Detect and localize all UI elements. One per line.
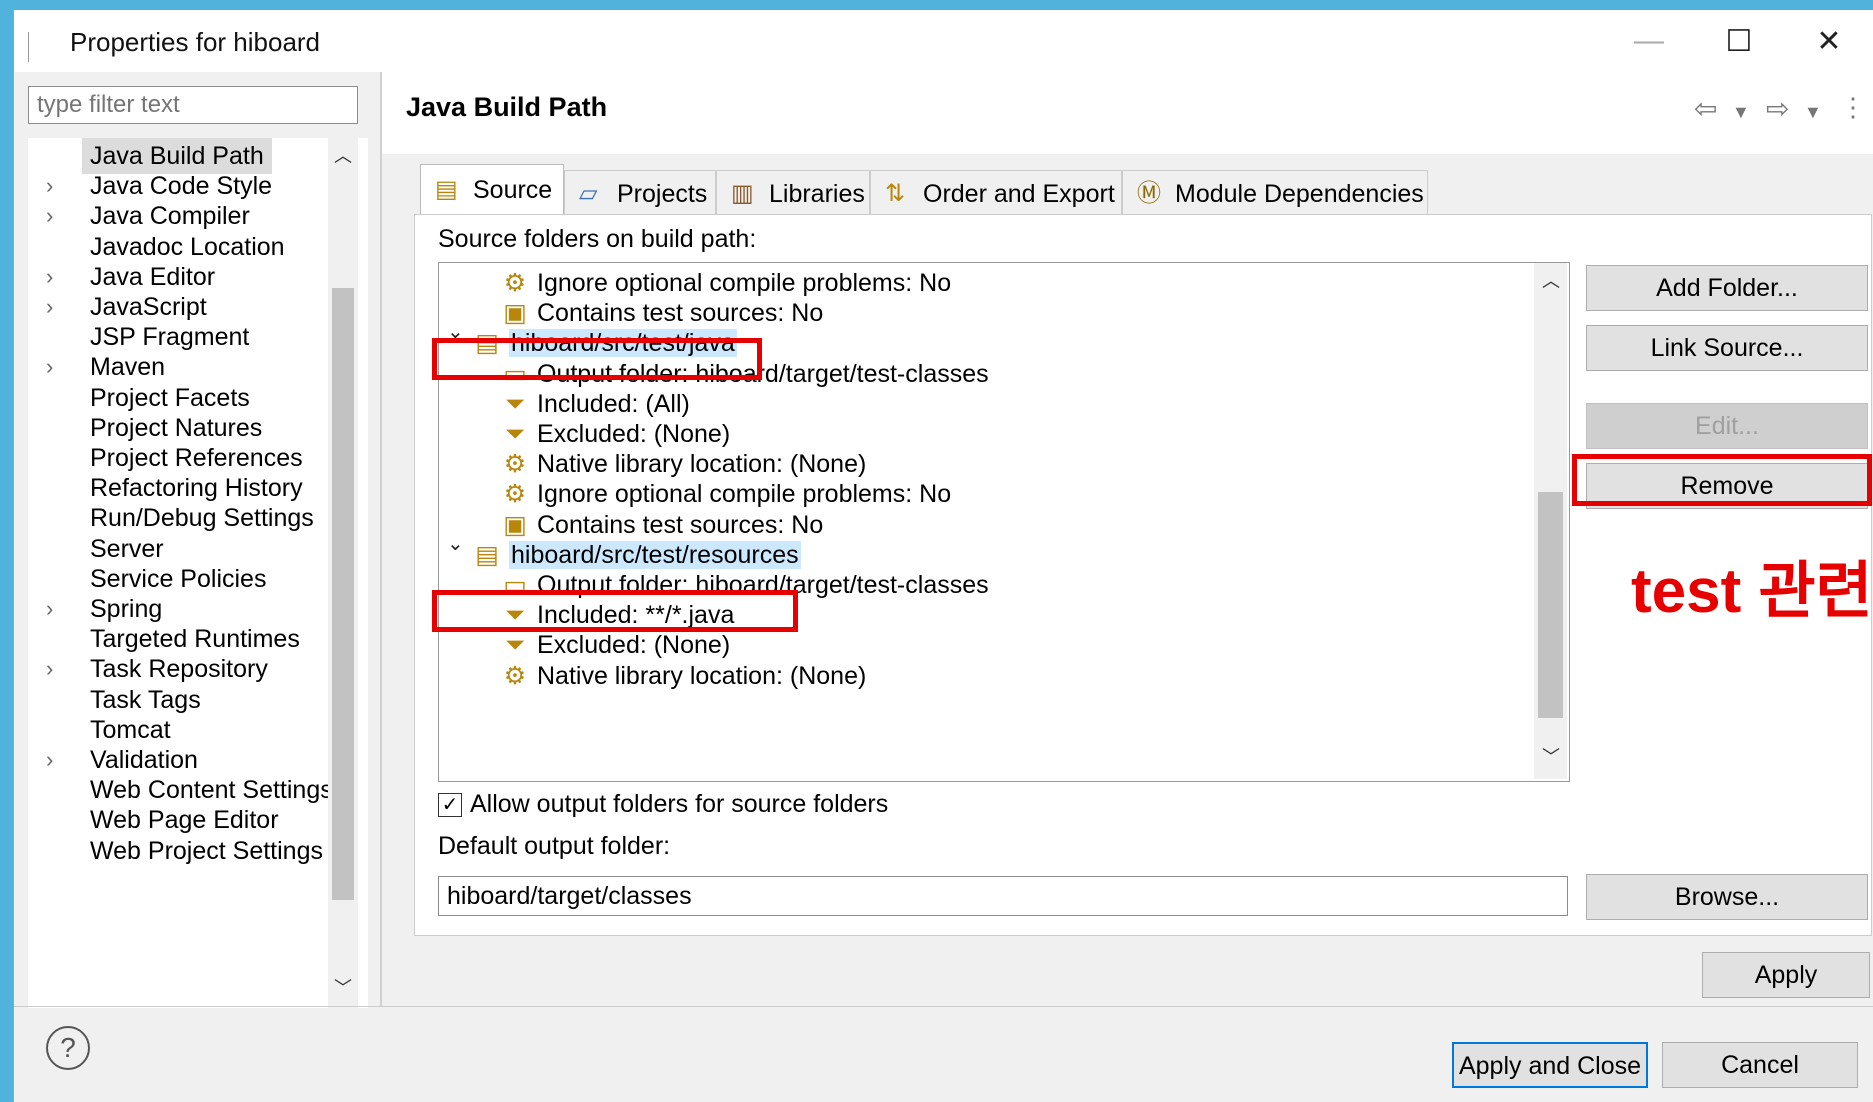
expand-arrow-icon[interactable]: ›: [46, 198, 53, 234]
tab-source-label: Source: [473, 176, 553, 204]
filter-input[interactable]: [28, 86, 358, 124]
cancel-button[interactable]: Cancel: [1662, 1042, 1858, 1088]
libraries-tab-icon: ▥: [731, 180, 754, 207]
add-folder-button[interactable]: Add Folder...: [1586, 265, 1868, 311]
title-separator: [28, 32, 29, 62]
row-label: Native library location: (None): [537, 661, 867, 690]
row-label: Ignore optional compile problems: No: [537, 269, 952, 297]
row-label: Ignore optional compile problems: No: [537, 480, 952, 509]
row-label: Excluded: (None): [537, 420, 731, 448]
collapse-chevron-icon[interactable]: ⌄: [447, 531, 464, 556]
row-label: hiboard/src/test/resources: [509, 540, 801, 569]
apply-button[interactable]: Apply: [1702, 952, 1870, 998]
allow-output-checkbox[interactable]: ✓: [438, 793, 462, 818]
tab-projects-label: Projects: [617, 180, 708, 208]
allow-output-label: Allow output folders for source folders: [470, 790, 889, 818]
tab-projects[interactable]: ▱ Projects: [564, 170, 716, 216]
source-tab-icon: ▤: [435, 176, 458, 203]
folder-highlight-box: [432, 338, 762, 380]
expand-arrow-icon[interactable]: ›: [46, 742, 53, 778]
forward-dropdown-icon[interactable]: ▼: [1804, 102, 1822, 123]
allow-output-option[interactable]: ✓ Allow output folders for source folders: [438, 790, 888, 819]
back-dropdown-icon[interactable]: ▼: [1732, 102, 1750, 123]
folder-highlight-box: [432, 590, 798, 632]
expand-arrow-icon[interactable]: ›: [46, 591, 53, 627]
tab-source[interactable]: ▤ Source: [420, 164, 564, 216]
scroll-up-icon[interactable]: ︿: [328, 142, 358, 168]
order-export-tab-icon: ⇅: [885, 180, 906, 207]
tab-module-label: Module Dependencies: [1175, 180, 1424, 208]
row-label: Excluded: (None): [537, 631, 731, 660]
scroll-down-icon[interactable]: ﹀: [328, 974, 358, 1000]
tab-libraries-label: Libraries: [769, 180, 865, 208]
tab-module-dependencies[interactable]: Ⓜ Module Dependencies: [1122, 170, 1428, 216]
close-button[interactable]: ✕: [1784, 10, 1873, 72]
back-arrow-icon[interactable]: ⇦: [1694, 92, 1717, 125]
scroll-up-icon[interactable]: ︿: [1536, 267, 1566, 293]
module-tab-icon: Ⓜ: [1137, 180, 1161, 207]
minimize-button[interactable]: —: [1604, 10, 1694, 72]
row-label: Included: (All): [537, 389, 690, 418]
window-title: Properties for hiboard: [70, 27, 321, 57]
remove-highlight-box: [1572, 454, 1872, 506]
expand-arrow-icon[interactable]: ›: [46, 289, 53, 325]
help-icon[interactable]: ?: [46, 1026, 90, 1070]
tab-order-export[interactable]: ⇅ Order and Export: [870, 170, 1122, 216]
footer-separator: [14, 1006, 1873, 1007]
folder-attribute-row[interactable]: ⚙ Native library location: (None): [499, 658, 867, 694]
row-label: Contains test sources: No: [537, 510, 824, 539]
row-label: Contains test sources: No: [537, 299, 824, 328]
default-output-label: Default output folder:: [438, 832, 671, 860]
title-bar: Properties for hiboard — ☐ ✕: [14, 10, 1873, 72]
source-folders-label: Source folders on build path:: [438, 225, 757, 253]
page-title: Java Build Path: [406, 92, 608, 122]
maximize-button[interactable]: ☐: [1694, 10, 1784, 72]
link-source-button[interactable]: Link Source...: [1586, 325, 1868, 371]
scroll-down-icon[interactable]: ﹀: [1536, 743, 1566, 769]
sash[interactable]: [380, 72, 382, 1006]
tab-libraries[interactable]: ▥ Libraries: [716, 170, 870, 216]
default-output-field[interactable]: hiboard/target/classes: [438, 876, 1568, 916]
source-list-scrollbar-thumb[interactable]: [1538, 492, 1563, 718]
tab-order-export-label: Order and Export: [923, 180, 1115, 208]
nav-item-label: Web Project Settings: [90, 836, 323, 865]
projects-tab-icon: ▱: [579, 180, 598, 207]
view-menu-icon[interactable]: ⋮: [1840, 92, 1866, 123]
browse-button[interactable]: Browse...: [1586, 874, 1868, 920]
forward-arrow-icon[interactable]: ⇨: [1766, 92, 1789, 125]
nav-scrollbar-thumb[interactable]: [332, 288, 354, 900]
edit-button[interactable]: Edit...: [1586, 403, 1868, 449]
native-library-icon: ⚙: [503, 661, 527, 690]
apply-and-close-button[interactable]: Apply and Close: [1452, 1042, 1648, 1088]
expand-arrow-icon[interactable]: ›: [46, 349, 53, 385]
row-label: Native library location: (None): [537, 450, 867, 479]
properties-dialog: Properties for hiboard — ☐ ✕ Java Build …: [13, 10, 1873, 1102]
annotation-text: test 관련: [1631, 557, 1873, 626]
property-page-tree: Java Build Path › Java Code Style › Java Com…: [28, 138, 368, 1008]
expand-arrow-icon[interactable]: ›: [46, 651, 53, 687]
